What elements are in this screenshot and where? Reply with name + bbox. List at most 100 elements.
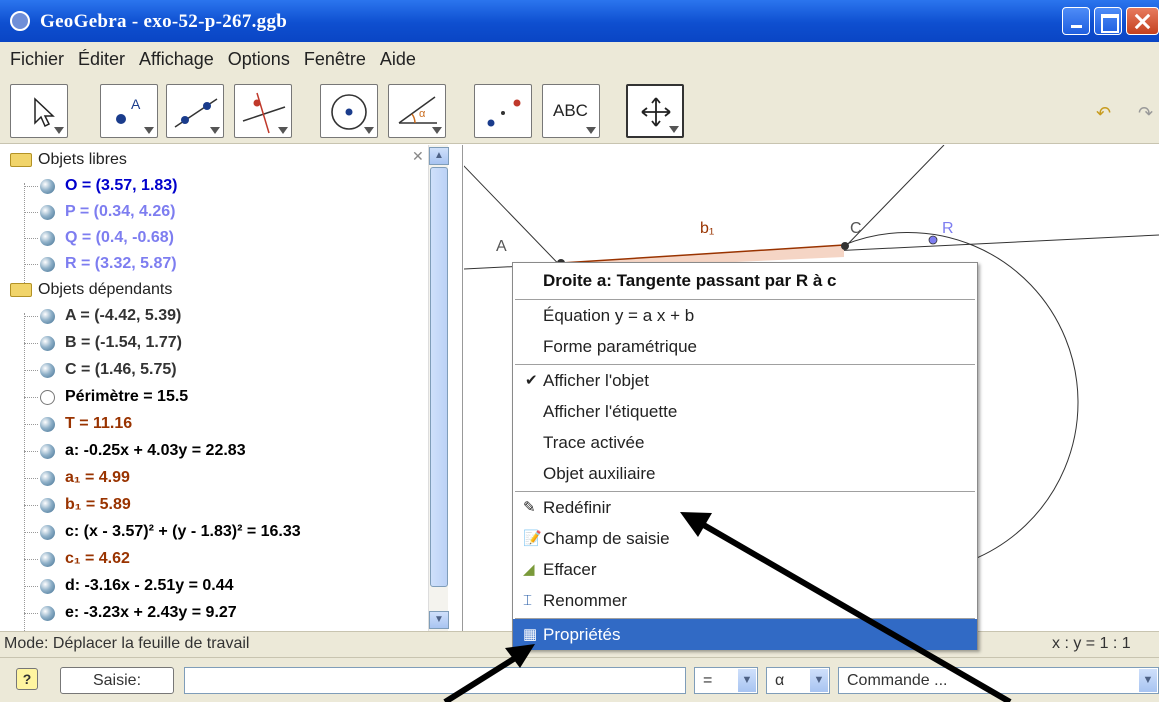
command-select-value: Commande ... — [847, 672, 948, 689]
menu-editer[interactable]: Éditer — [78, 49, 125, 70]
algebra-item[interactable]: e: -3.23x + 2.43y = 9.27 — [24, 600, 237, 626]
algebra-item[interactable]: R = (3.32, 5.87) — [24, 251, 177, 277]
axis-ratio: x : y = 1 : 1 — [1052, 635, 1131, 652]
minimize-button[interactable] — [1062, 7, 1090, 35]
visibility-toggle-icon[interactable] — [40, 470, 55, 486]
symbol-select[interactable]: = ▼ — [694, 667, 758, 694]
visibility-toggle-icon[interactable] — [40, 389, 55, 405]
close-button[interactable] — [1126, 7, 1159, 35]
menu-item-show-label[interactable]: Afficher l'étiquette — [513, 396, 977, 427]
algebra-item-text: d: -3.16x - 2.51y = 0.44 — [65, 577, 234, 594]
help-icon[interactable]: ? — [16, 668, 38, 690]
redo-icon[interactable]: ↷ — [1138, 103, 1153, 124]
visibility-toggle-icon[interactable] — [40, 308, 55, 324]
point-c[interactable] — [841, 242, 849, 250]
menu-fenetre[interactable]: Fenêtre — [304, 49, 366, 70]
folder-icon — [10, 283, 32, 297]
undo-icon[interactable]: ↶ — [1096, 103, 1111, 124]
menu-fichier[interactable]: Fichier — [10, 49, 64, 70]
menu-affichage[interactable]: Affichage — [139, 49, 214, 70]
visibility-toggle-icon[interactable] — [40, 178, 55, 194]
algebra-item[interactable]: b₁ = 5.89 — [24, 492, 131, 518]
algebra-item[interactable]: A = (-4.42, 5.39) — [24, 303, 181, 329]
menu-item-show-object-label: Afficher l'objet — [543, 370, 649, 390]
visibility-toggle-icon[interactable] — [40, 230, 55, 246]
folder-label: Objets libres — [38, 151, 127, 168]
visibility-toggle-icon[interactable] — [40, 362, 55, 378]
edit-field-icon: 📝 — [523, 530, 542, 547]
menu-item-auxiliary[interactable]: Objet auxiliaire — [513, 458, 977, 489]
algebra-item[interactable]: C = (1.46, 5.75) — [24, 357, 177, 383]
scroll-up-icon[interactable]: ▲ — [429, 147, 449, 165]
menu-item-input-field[interactable]: 📝 Champ de saisie — [513, 523, 977, 554]
menu-item-delete[interactable]: ◢ Effacer — [513, 554, 977, 585]
maximize-button[interactable] — [1094, 7, 1122, 35]
algebra-item[interactable]: a₁ = 4.99 — [24, 465, 130, 491]
svg-text:α: α — [419, 108, 426, 120]
menu-bar: Fichier Éditer Affichage Options Fenêtre… — [0, 42, 1159, 76]
folder-objets-libres[interactable]: Objets libres — [10, 147, 127, 173]
saisie-button[interactable]: Saisie: — [60, 667, 174, 694]
scroll-thumb[interactable] — [430, 167, 448, 587]
algebra-item-text: O = (3.57, 1.83) — [65, 177, 178, 194]
menu-item-trace[interactable]: Trace activée — [513, 427, 977, 458]
move-tool-button[interactable] — [10, 84, 68, 138]
folder-objets-dependants[interactable]: Objets dépendants — [10, 277, 172, 303]
menu-item-properties[interactable]: ▦ Propriétés — [513, 619, 977, 650]
visibility-toggle-icon[interactable] — [40, 443, 55, 459]
visibility-toggle-icon[interactable] — [40, 578, 55, 594]
menu-item-redefine[interactable]: ✎ Redéfinir — [513, 492, 977, 523]
folder-label: Objets dépendants — [38, 281, 173, 298]
title-bar: GeoGebra - exo-52-p-267.ggb — [0, 0, 1159, 42]
algebra-item[interactable]: Périmètre = 15.5 — [24, 384, 188, 410]
command-select[interactable]: Commande ... ▼ — [838, 667, 1159, 694]
visibility-toggle-icon[interactable] — [40, 335, 55, 351]
menu-item-trace-label: Trace activée — [543, 432, 645, 452]
algebra-item[interactable]: c: (x - 3.57)² + (y - 1.83)² = 16.33 — [24, 519, 301, 545]
algebra-item[interactable]: Q = (0.4, -0.68) — [24, 225, 174, 251]
visibility-toggle-icon[interactable] — [40, 524, 55, 540]
visibility-toggle-icon[interactable] — [40, 416, 55, 432]
visibility-toggle-icon[interactable] — [40, 204, 55, 220]
algebra-scrollbar[interactable]: ▲ ▼ — [428, 145, 449, 631]
menu-item-rename[interactable]: ⌶ Renommer — [513, 585, 977, 616]
algebra-item[interactable]: c₁ = 4.62 — [24, 546, 130, 572]
visibility-toggle-icon[interactable] — [40, 256, 55, 272]
reflect-tool-button[interactable] — [474, 84, 532, 138]
label-b1: b₁ — [700, 220, 715, 237]
algebra-item[interactable]: O = (3.57, 1.83) — [24, 173, 178, 199]
point-r[interactable] — [928, 235, 938, 245]
move-graphics-tool-button[interactable] — [626, 84, 684, 138]
algebra-item[interactable]: T = 11.16 — [24, 411, 132, 437]
angle-tool-button[interactable]: α — [388, 84, 446, 138]
visibility-toggle-icon[interactable] — [40, 605, 55, 621]
circle-tool-button[interactable] — [320, 84, 378, 138]
visibility-toggle-icon[interactable] — [40, 551, 55, 567]
line-d[interactable] — [464, 145, 575, 281]
visibility-toggle-icon[interactable] — [40, 497, 55, 513]
algebra-item[interactable]: a: -0.25x + 4.03y = 22.83 — [24, 438, 246, 464]
menu-item-equation[interactable]: Équation y = a x + b — [513, 300, 977, 331]
point-tool-button[interactable]: A — [100, 84, 158, 138]
algebra-item-text: e: -3.23x + 2.43y = 9.27 — [65, 604, 237, 621]
text-tool-button[interactable]: ABC — [542, 84, 600, 138]
scroll-down-icon[interactable]: ▼ — [429, 611, 449, 629]
algebra-item[interactable]: d: -3.16x - 2.51y = 0.44 — [24, 573, 234, 599]
chevron-down-icon[interactable]: ▼ — [738, 669, 756, 692]
pencil-icon: ✎ — [523, 499, 536, 516]
chevron-down-icon[interactable]: ▼ — [810, 669, 828, 692]
perpendicular-tool-button[interactable] — [234, 84, 292, 138]
context-menu: Droite a: Tangente passant par R à c Équ… — [512, 262, 978, 650]
input-field[interactable] — [184, 667, 686, 694]
greek-select[interactable]: α ▼ — [766, 667, 830, 694]
algebra-item[interactable]: B = (-1.54, 1.77) — [24, 330, 182, 356]
algebra-item[interactable]: P = (0.34, 4.26) — [24, 199, 175, 225]
menu-options[interactable]: Options — [228, 49, 290, 70]
chevron-down-icon[interactable]: ▼ — [1139, 669, 1157, 692]
menu-item-show-object[interactable]: ✔ Afficher l'objet — [513, 365, 977, 396]
line-tool-button[interactable] — [166, 84, 224, 138]
menu-item-parametric[interactable]: Forme paramétrique — [513, 331, 977, 362]
menu-aide[interactable]: Aide — [380, 49, 416, 70]
close-view-icon[interactable]: ✕ — [412, 148, 424, 165]
algebra-item-text: a₁ = 4.99 — [65, 469, 130, 486]
